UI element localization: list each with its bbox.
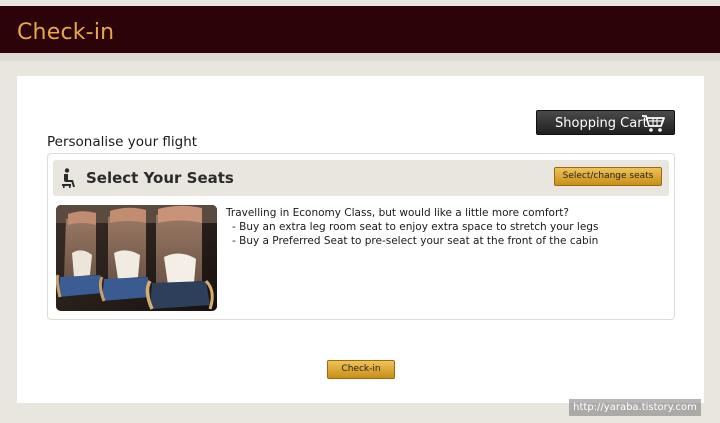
seat-upgrade-bullet: - Buy a Preferred Seat to pre-select you… [232, 235, 599, 247]
shopping-cart-label: Shopping Cart [555, 116, 648, 131]
header-divider [0, 53, 720, 61]
select-change-seats-button[interactable]: Select/change seats [554, 167, 662, 186]
shopping-cart-button[interactable]: Shopping Cart [536, 110, 675, 135]
seat-selection-card: Select Your Seats Select/change seats Tr… [47, 153, 675, 320]
main-panel: Shopping Cart Personalise your flight Se… [17, 76, 704, 403]
seat-upgrade-description: Travelling in Economy Class, but would l… [226, 206, 598, 248]
watermark: http://yaraba.tistory.com [569, 399, 701, 416]
page-header: Check-in [0, 6, 720, 53]
seat-photo [56, 205, 217, 311]
seat-upgrade-bullet: - Buy an extra leg room seat to enjoy ex… [232, 221, 599, 233]
seat-selection-title: Select Your Seats [86, 169, 234, 187]
seat-icon [62, 168, 75, 188]
seat-selection-header: Select Your Seats Select/change seats [53, 160, 669, 196]
seat-upgrade-intro: Travelling in Economy Class, but would l… [226, 207, 569, 219]
seat-photo-illustration [56, 205, 217, 311]
page-title: Check-in [17, 20, 115, 45]
section-title: Personalise your flight [47, 134, 198, 150]
shopping-cart-icon [642, 115, 665, 132]
check-in-button[interactable]: Check-in [327, 360, 395, 379]
